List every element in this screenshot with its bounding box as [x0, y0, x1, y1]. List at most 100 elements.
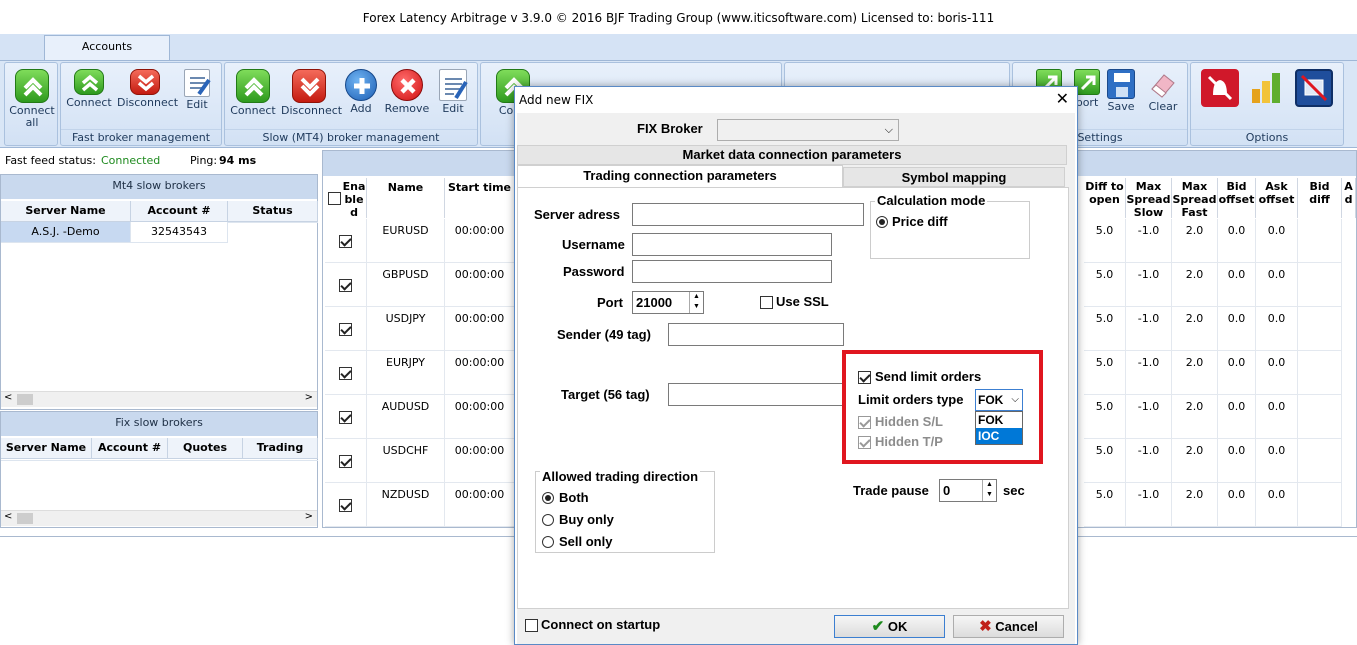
enabled-checkbox[interactable] [339, 455, 352, 468]
direction-sell-radio[interactable] [542, 536, 554, 548]
grid-cell-value[interactable]: -1.0 [1126, 395, 1172, 439]
col-max-spread-fast[interactable]: Max Spread Fast [1172, 178, 1218, 219]
grid-cell-value[interactable] [1298, 395, 1342, 439]
scroll-thumb[interactable] [17, 394, 33, 405]
scroll-left-icon[interactable]: < [4, 392, 12, 403]
scroll-right-icon[interactable]: > [305, 511, 313, 522]
port-input[interactable]: 21000 ▲ ▼ [632, 291, 704, 314]
grid-cell-value[interactable] [1298, 351, 1342, 395]
direction-buy-radio[interactable] [542, 514, 554, 526]
col-bid-diff[interactable]: Bid diff [1298, 178, 1342, 218]
slow-remove-button[interactable]: Remove [383, 69, 431, 115]
grid-cell-value[interactable] [1298, 263, 1342, 307]
table-row-cell[interactable]: 32543543 [131, 222, 228, 243]
col-ask-offset[interactable]: Ask offset [1256, 178, 1298, 218]
grid-cell-value[interactable]: 5.0 [1084, 483, 1126, 527]
grid-cell-value[interactable]: -1.0 [1126, 307, 1172, 351]
use-ssl-checkbox[interactable] [760, 296, 773, 309]
grid-cell-value[interactable]: 2.0 [1172, 439, 1218, 483]
connect-all-button[interactable]: Connect all [6, 69, 58, 129]
enabled-checkbox[interactable] [339, 499, 352, 512]
col-enabled[interactable]: Ena ble d [325, 178, 367, 219]
alerts-off-button[interactable] [1197, 69, 1243, 109]
grid-cell-name[interactable]: NZDUSD [367, 483, 445, 527]
mt4-col-server-name[interactable]: Server Name [1, 201, 131, 222]
grid-cell-value[interactable]: -1.0 [1126, 263, 1172, 307]
tab-symbol-mapping[interactable]: Symbol mapping [843, 167, 1065, 187]
enabled-checkbox[interactable] [339, 367, 352, 380]
cancel-button[interactable]: ✖ Cancel [953, 615, 1064, 638]
grid-cell-name[interactable]: USDCHF [367, 439, 445, 483]
grid-cell-value[interactable]: 2.0 [1172, 395, 1218, 439]
tab-market-data[interactable]: Market data connection parameters [517, 145, 1067, 165]
grid-cell-enabled[interactable] [325, 483, 367, 527]
col-name[interactable]: Name [367, 178, 445, 218]
col-bid-offset[interactable]: Bid offset [1218, 178, 1256, 218]
mt4-col-account[interactable]: Account # [131, 201, 228, 222]
grid-cell-enabled[interactable] [325, 439, 367, 483]
ok-button[interactable]: ✔ OK [834, 615, 945, 638]
horizontal-scrollbar[interactable]: < > [1, 391, 317, 407]
scroll-thumb[interactable] [17, 513, 33, 524]
chart-button[interactable] [1243, 69, 1289, 109]
fast-disconnect-button[interactable]: Disconnect [117, 69, 178, 109]
col-max-spread-slow[interactable]: Max Spread Slow [1126, 178, 1172, 219]
enabled-checkbox[interactable] [339, 411, 352, 424]
grid-cell-start-time[interactable]: 00:00:00 [445, 307, 515, 351]
trade-pause-spinner[interactable]: ▲ ▼ [982, 480, 996, 501]
tab-accounts-management[interactable]: Accounts management [44, 35, 170, 75]
fast-connect-button[interactable]: Connect [63, 69, 115, 109]
grid-cell-start-time[interactable]: 00:00:00 [445, 395, 515, 439]
grid-cell-value[interactable]: 2.0 [1172, 351, 1218, 395]
grid-cell-value[interactable]: 2.0 [1172, 219, 1218, 263]
grid-cell-value[interactable]: 0.0 [1256, 307, 1298, 351]
grid-cell-value[interactable]: 0.0 [1218, 439, 1256, 483]
grid-cell-value[interactable] [1298, 483, 1342, 527]
grid-cell-enabled[interactable] [325, 219, 367, 263]
grid-cell-value[interactable]: 5.0 [1084, 263, 1126, 307]
enabled-checkbox[interactable] [339, 279, 352, 292]
mt4-col-status[interactable]: Status [228, 201, 318, 222]
grid-cell-enabled[interactable] [325, 307, 367, 351]
table-row-cell[interactable] [228, 222, 318, 223]
table-row-cell[interactable]: A.S.J. -Demo [1, 222, 131, 243]
grid-cell-value[interactable]: 0.0 [1218, 395, 1256, 439]
grid-cell-value[interactable]: 0.0 [1256, 263, 1298, 307]
close-icon[interactable]: ✕ [1056, 91, 1069, 107]
grid-cell-value[interactable]: 0.0 [1218, 307, 1256, 351]
grid-cell-value[interactable]: -1.0 [1126, 439, 1172, 483]
grid-cell-name[interactable]: AUDUSD [367, 395, 445, 439]
password-input[interactable] [632, 260, 832, 283]
scroll-left-icon[interactable]: < [4, 511, 12, 522]
fix-col-trading[interactable]: Trading [243, 438, 318, 459]
grid-cell-start-time[interactable]: 00:00:00 [445, 263, 515, 307]
grid-cell-value[interactable]: -1.0 [1126, 351, 1172, 395]
fast-edit-button[interactable]: Edit [173, 69, 221, 111]
username-input[interactable] [632, 233, 832, 256]
slow-connect-button[interactable]: Connect [227, 69, 279, 117]
grid-cell-value[interactable]: 5.0 [1084, 307, 1126, 351]
target-input[interactable] [668, 383, 844, 406]
fix-col-account[interactable]: Account # [92, 438, 168, 459]
save-button[interactable]: Save [1099, 69, 1143, 113]
col-ask-diff[interactable]: A d [1342, 178, 1356, 218]
horizontal-scrollbar[interactable]: < > [1, 510, 317, 526]
grid-cell-value[interactable]: 5.0 [1084, 439, 1126, 483]
connect-startup-checkbox[interactable] [525, 619, 538, 632]
grid-cell-value[interactable]: 0.0 [1218, 351, 1256, 395]
grid-cell-value[interactable]: 0.0 [1218, 219, 1256, 263]
port-spinner[interactable]: ▲ ▼ [689, 292, 703, 313]
tab-trading-connection[interactable]: Trading connection parameters [517, 165, 843, 187]
grid-cell-value[interactable]: 5.0 [1084, 219, 1126, 263]
fix-col-quotes[interactable]: Quotes [168, 438, 243, 459]
sender-input[interactable] [668, 323, 844, 346]
select-all-checkbox[interactable] [328, 192, 341, 205]
scroll-right-icon[interactable]: > [305, 392, 313, 403]
slow-add-button[interactable]: Add [337, 69, 385, 115]
grid-cell-enabled[interactable] [325, 263, 367, 307]
table-row-cell[interactable] [1, 460, 92, 461]
table-row-cell[interactable] [92, 460, 168, 461]
enabled-checkbox[interactable] [339, 323, 352, 336]
grid-cell-name[interactable]: EURUSD [367, 219, 445, 263]
clear-button[interactable]: Clear [1141, 69, 1185, 113]
